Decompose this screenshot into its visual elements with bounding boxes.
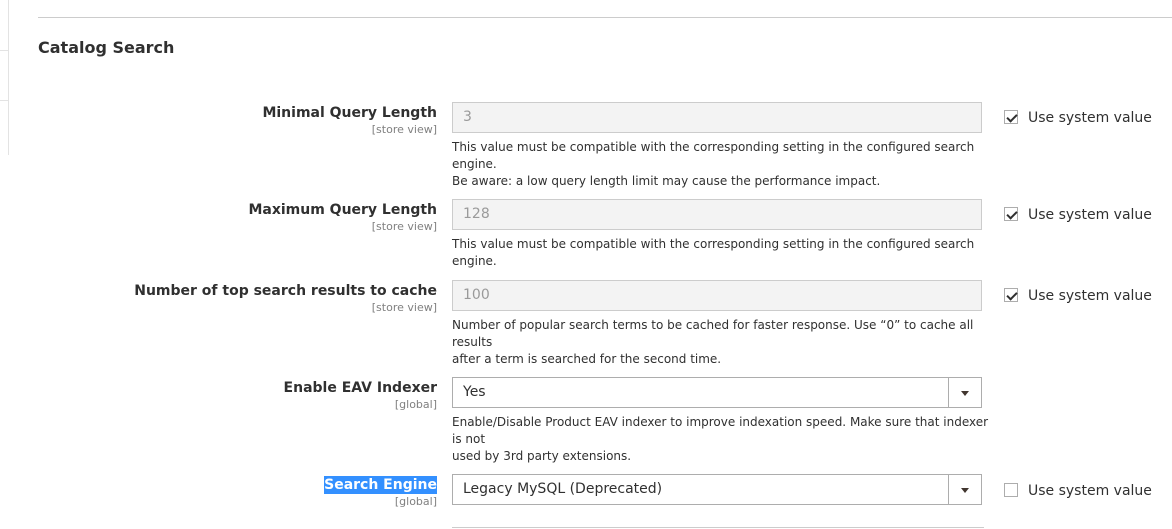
- field-note: Enable/Disable Product EAV indexer to im…: [452, 414, 992, 465]
- field-note-line: after a term is searched for the second …: [452, 352, 722, 366]
- use-system-value-checkbox[interactable]: [1004, 288, 1018, 302]
- field-scope: [store view]: [371, 220, 437, 233]
- search-engine-select[interactable]: Legacy MySQL (Deprecated): [452, 474, 982, 505]
- field-note-line: Be aware: a low query length limit may c…: [452, 174, 881, 188]
- field-label: Minimal Query Length: [262, 105, 437, 121]
- chevron-down-icon: [961, 488, 969, 493]
- min-query-length-input[interactable]: 3: [452, 102, 982, 133]
- field-label-cell: Number of top search results to cache [s…: [0, 280, 437, 314]
- field-label: Enable EAV Indexer: [283, 380, 437, 396]
- field-note-line: This value must be compatible with the c…: [452, 237, 975, 268]
- field-label-cell: Maximum Query Length [store view]: [0, 199, 437, 233]
- left-panel-divider: [0, 100, 8, 101]
- next-field-edge: [452, 527, 984, 528]
- checkmark-icon: [1006, 208, 1018, 220]
- select-value: Legacy MySQL (Deprecated): [463, 481, 663, 497]
- eav-indexer-select[interactable]: Yes: [452, 377, 982, 408]
- checkmark-icon: [1006, 289, 1018, 301]
- field-label: Maximum Query Length: [248, 202, 437, 218]
- use-system-value-label[interactable]: Use system value: [1028, 110, 1152, 126]
- use-system-value-label[interactable]: Use system value: [1028, 207, 1152, 223]
- field-note: This value must be compatible with the c…: [452, 236, 992, 270]
- max-query-length-input[interactable]: 128: [452, 199, 982, 230]
- use-system-value-label[interactable]: Use system value: [1028, 288, 1152, 304]
- left-panel-divider: [0, 50, 8, 51]
- field-label-cell: Enable EAV Indexer [global]: [0, 377, 437, 411]
- use-system-value-checkbox[interactable]: [1004, 483, 1018, 497]
- dropdown-toggle[interactable]: [948, 475, 981, 504]
- field-label: Search Engine: [324, 476, 437, 494]
- field-scope: [global]: [394, 398, 437, 411]
- section-title[interactable]: Catalog Search: [38, 38, 174, 57]
- dropdown-toggle[interactable]: [948, 378, 981, 407]
- chevron-down-icon: [961, 391, 969, 396]
- field-scope: [store view]: [371, 123, 437, 136]
- use-system-value-checkbox[interactable]: [1004, 110, 1018, 124]
- field-label-cell: Minimal Query Length [store view]: [0, 102, 437, 136]
- field-note-line: Number of popular search terms to be cac…: [452, 318, 974, 349]
- field-label: Number of top search results to cache: [134, 283, 437, 299]
- use-system-value-label[interactable]: Use system value: [1028, 483, 1152, 499]
- top-search-cache-input[interactable]: 100: [452, 280, 982, 311]
- field-scope: [store view]: [371, 301, 437, 314]
- field-scope: [global]: [394, 495, 437, 508]
- field-note-line: This value must be compatible with the c…: [452, 140, 975, 171]
- field-note: This value must be compatible with the c…: [452, 139, 992, 190]
- field-label-cell: Search Engine [global]: [0, 474, 437, 508]
- select-value: Yes: [463, 384, 486, 400]
- use-system-value-checkbox[interactable]: [1004, 207, 1018, 221]
- checkmark-icon: [1006, 111, 1018, 123]
- field-note-line: used by 3rd party extensions.: [452, 449, 632, 463]
- section-divider: [38, 17, 1172, 18]
- field-note-line: Enable/Disable Product EAV indexer to im…: [452, 415, 989, 446]
- field-note: Number of popular search terms to be cac…: [452, 317, 992, 368]
